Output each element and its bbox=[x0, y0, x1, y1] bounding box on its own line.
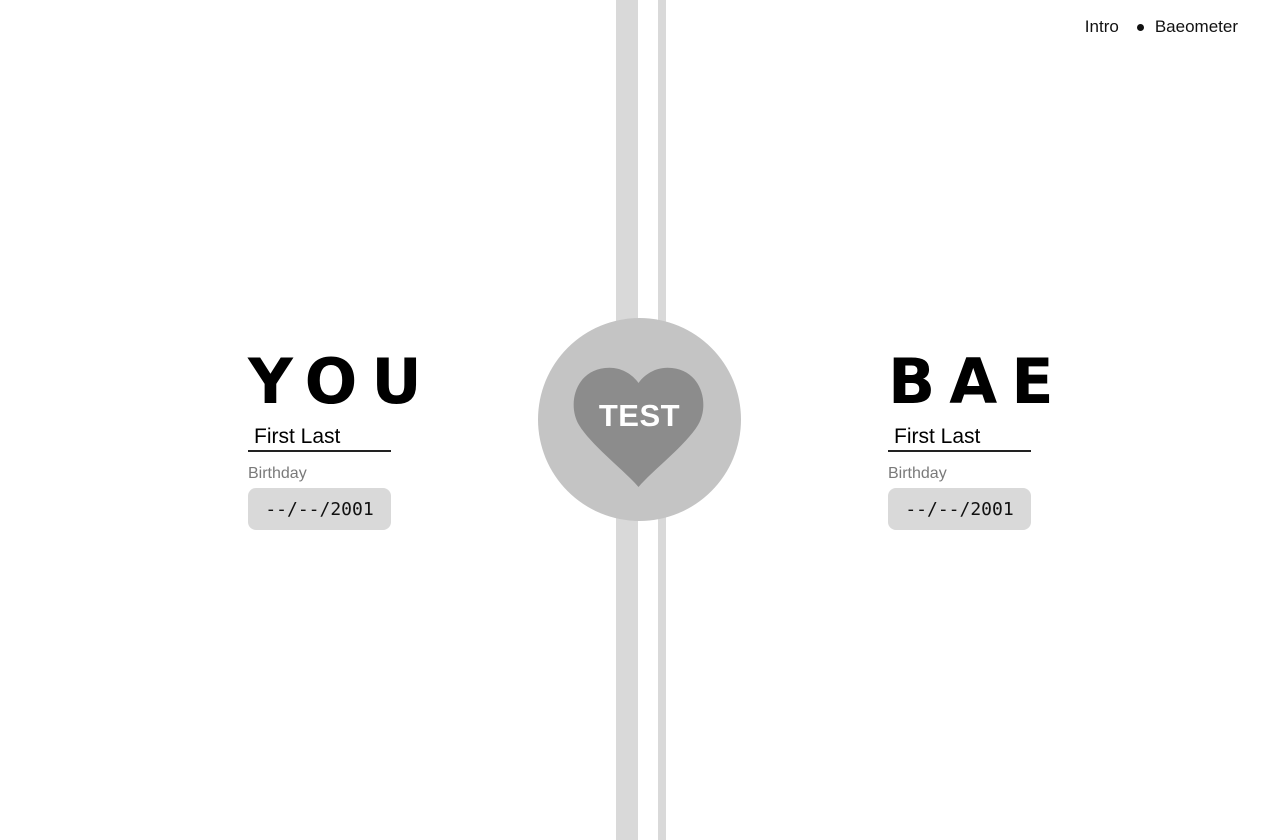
you-title: YOU bbox=[248, 345, 436, 418]
top-nav: Intro Baeometer bbox=[1085, 16, 1238, 38]
test-button[interactable]: TEST bbox=[538, 318, 741, 521]
nav-link-baeometer[interactable]: Baeometer bbox=[1155, 16, 1238, 38]
you-birthday-input[interactable] bbox=[248, 488, 391, 530]
you-birthday-label: Birthday bbox=[248, 465, 307, 482]
page: Intro Baeometer TEST YOU Birthday BAE Bi… bbox=[0, 0, 1280, 840]
bae-panel: BAE Birthday bbox=[888, 345, 1068, 530]
bae-birthday-label: Birthday bbox=[888, 465, 947, 482]
you-name-input[interactable] bbox=[248, 424, 391, 452]
you-panel: YOU Birthday bbox=[248, 345, 436, 530]
bae-name-input[interactable] bbox=[888, 424, 1031, 452]
test-label: TEST bbox=[598, 398, 681, 433]
nav-link-intro[interactable]: Intro bbox=[1085, 16, 1119, 38]
bae-title: BAE bbox=[888, 345, 1068, 418]
bae-birthday-input[interactable] bbox=[888, 488, 1031, 530]
nav-dot-separator bbox=[1136, 23, 1144, 31]
